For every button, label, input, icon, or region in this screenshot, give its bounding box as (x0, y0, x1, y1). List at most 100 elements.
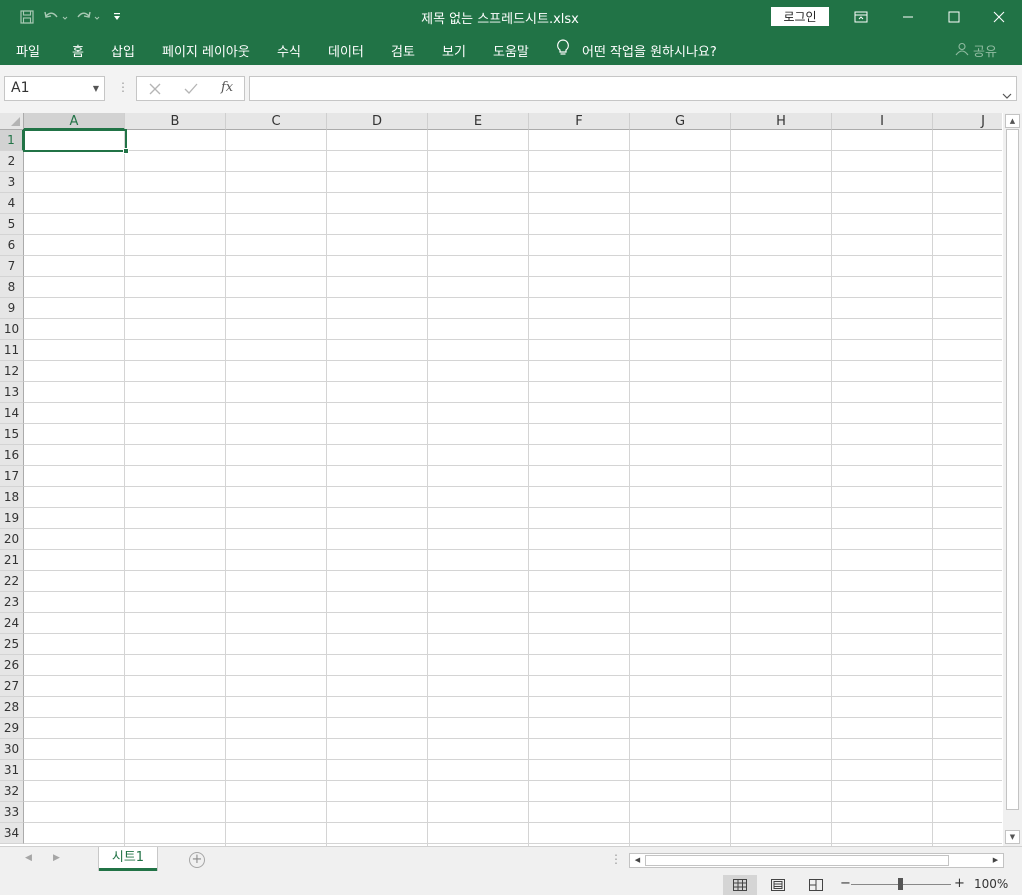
row-header-6[interactable]: 6 (0, 235, 24, 256)
column-header-i[interactable]: I (832, 113, 933, 130)
close-icon[interactable] (976, 0, 1022, 33)
row-header-9[interactable]: 9 (0, 298, 24, 319)
sheet-prev-icon[interactable]: ◀ (25, 853, 32, 863)
column-header-d[interactable]: D (327, 113, 428, 130)
name-box-value: A1 (11, 80, 30, 96)
enter-icon[interactable] (184, 80, 198, 99)
row-header-16[interactable]: 16 (0, 445, 24, 466)
row-header-8[interactable]: 8 (0, 277, 24, 298)
sheet-next-icon[interactable]: ▶ (53, 853, 60, 863)
row-header-18[interactable]: 18 (0, 487, 24, 508)
horizontal-scrollbar[interactable]: ◀ ▶ (629, 853, 1004, 868)
column-header-c[interactable]: C (226, 113, 327, 130)
vertical-scrollbar[interactable]: ▲ ▼ (1003, 113, 1022, 846)
column-header-j[interactable]: J (933, 113, 1002, 130)
column-header-h[interactable]: H (731, 113, 832, 130)
title-bar: 제목 없는 스프레드시트.xlsx 로그인 (0, 0, 1022, 33)
cancel-icon[interactable] (149, 80, 161, 99)
zoom-in-icon[interactable]: + (954, 876, 965, 891)
row-header-22[interactable]: 22 (0, 571, 24, 592)
normal-view-icon[interactable] (723, 875, 757, 895)
add-sheet-icon[interactable]: + (189, 852, 205, 868)
row-header-27[interactable]: 27 (0, 676, 24, 697)
row-header-25[interactable]: 25 (0, 634, 24, 655)
share-button[interactable]: 공유 (955, 41, 997, 60)
column-header-b[interactable]: B (125, 113, 226, 130)
fill-handle[interactable] (123, 148, 129, 154)
row-header-23[interactable]: 23 (0, 592, 24, 613)
minimize-icon[interactable] (885, 0, 931, 33)
row-header-33[interactable]: 33 (0, 802, 24, 823)
sheet-tab-1[interactable]: 시트1 (99, 847, 157, 871)
zoom-slider-thumb[interactable] (898, 878, 903, 890)
scroll-right-icon[interactable]: ▶ (989, 854, 1002, 867)
ribbon-display-options-icon[interactable] (838, 0, 884, 33)
tab-splitter-icon[interactable]: ⋮ (610, 852, 622, 866)
select-all-button[interactable] (0, 113, 24, 130)
tab-view[interactable]: 보기 (442, 41, 466, 60)
tab-home[interactable]: 홈 (72, 41, 84, 60)
row-header-31[interactable]: 31 (0, 760, 24, 781)
row-header-15[interactable]: 15 (0, 424, 24, 445)
zoom-level[interactable]: 100% (974, 877, 1008, 891)
row-header-28[interactable]: 28 (0, 697, 24, 718)
tab-data[interactable]: 데이터 (328, 41, 364, 60)
row-header-24[interactable]: 24 (0, 613, 24, 634)
maximize-icon[interactable] (931, 0, 977, 33)
scroll-up-icon[interactable]: ▲ (1005, 114, 1020, 128)
formula-input[interactable] (249, 76, 1017, 101)
tell-me-box[interactable]: 어떤 작업을 원하시나요? (556, 39, 717, 61)
page-layout-view-icon[interactable] (761, 875, 795, 895)
row-header-30[interactable]: 30 (0, 739, 24, 760)
login-button[interactable]: 로그인 (771, 7, 829, 26)
row-header-11[interactable]: 11 (0, 340, 24, 361)
column-header-a[interactable]: A (24, 113, 125, 130)
tab-review[interactable]: 검토 (391, 41, 415, 60)
row-header-13[interactable]: 13 (0, 382, 24, 403)
row-header-12[interactable]: 12 (0, 361, 24, 382)
row-header-10[interactable]: 10 (0, 319, 24, 340)
formula-buttons: fx (136, 76, 245, 101)
cell-area[interactable] (24, 130, 1002, 846)
tab-formulas[interactable]: 수식 (277, 41, 301, 60)
row-header-32[interactable]: 32 (0, 781, 24, 802)
row-header-21[interactable]: 21 (0, 550, 24, 571)
row-header-1[interactable]: 1 (0, 130, 24, 151)
ribbon-tabs: 파일 홈 삽입 페이지 레이아웃 수식 데이터 검토 보기 도움말 어떤 작업을… (0, 33, 1022, 65)
active-cell[interactable] (23, 129, 127, 152)
page-break-view-icon[interactable] (799, 875, 833, 895)
row-header-19[interactable]: 19 (0, 508, 24, 529)
tab-file[interactable]: 파일 (16, 41, 40, 60)
tab-help[interactable]: 도움말 (493, 41, 529, 60)
row-header-2[interactable]: 2 (0, 151, 24, 172)
row-header-20[interactable]: 20 (0, 529, 24, 550)
row-header-3[interactable]: 3 (0, 172, 24, 193)
row-header-29[interactable]: 29 (0, 718, 24, 739)
row-header-34[interactable]: 34 (0, 823, 24, 844)
row-header-14[interactable]: 14 (0, 403, 24, 424)
name-box[interactable]: A1 ▼ (4, 76, 105, 101)
splitter-icon[interactable]: ⋮ (117, 80, 129, 94)
column-header-e[interactable]: E (428, 113, 529, 130)
row-header-26[interactable]: 26 (0, 655, 24, 676)
tell-me-label: 어떤 작업을 원하시나요? (582, 44, 717, 60)
row-header-4[interactable]: 4 (0, 193, 24, 214)
tab-insert[interactable]: 삽입 (111, 41, 135, 60)
sheet-tab-bar: ◀ ▶ 시트1 + ⋮ ◀ ▶ (0, 846, 1022, 873)
row-header-5[interactable]: 5 (0, 214, 24, 235)
row-header-17[interactable]: 17 (0, 466, 24, 487)
person-icon (955, 42, 969, 60)
insert-function-icon[interactable]: fx (221, 80, 233, 95)
expand-formula-bar-icon[interactable] (1002, 85, 1012, 104)
formula-bar: A1 ▼ ⋮ fx (0, 65, 1022, 113)
horizontal-scroll-thumb[interactable] (645, 855, 949, 866)
tab-page-layout[interactable]: 페이지 레이아웃 (162, 41, 250, 60)
scroll-down-icon[interactable]: ▼ (1005, 830, 1020, 844)
vertical-scroll-thumb[interactable] (1006, 129, 1019, 810)
scroll-left-icon[interactable]: ◀ (631, 854, 644, 867)
zoom-out-icon[interactable]: − (840, 876, 851, 891)
row-header-7[interactable]: 7 (0, 256, 24, 277)
chevron-down-icon[interactable]: ▼ (93, 77, 99, 100)
column-header-g[interactable]: G (630, 113, 731, 130)
column-header-f[interactable]: F (529, 113, 630, 130)
